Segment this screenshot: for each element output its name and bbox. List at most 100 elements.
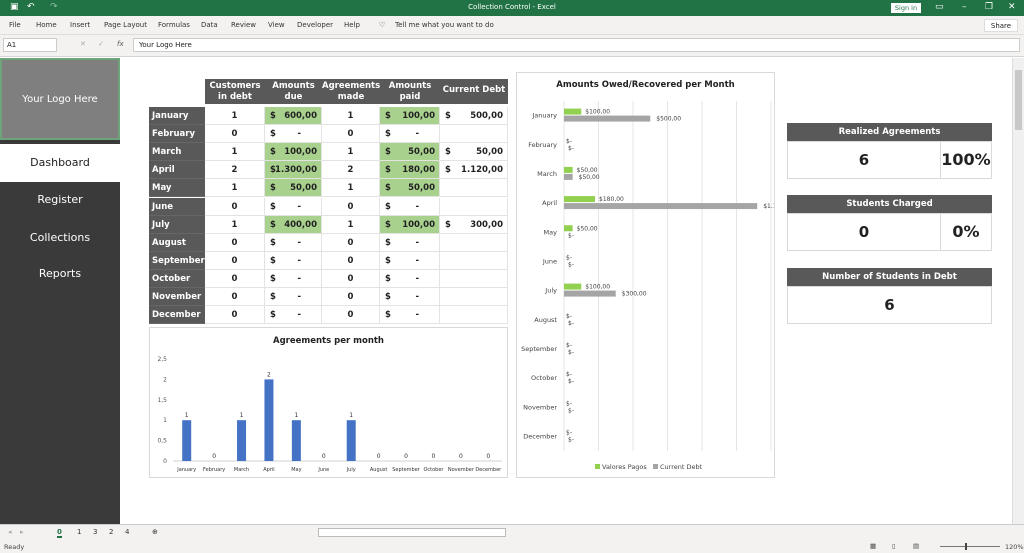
cell-paid[interactable]: $ - (380, 233, 440, 252)
sheet-tab[interactable]: 1 (77, 528, 81, 536)
name-box[interactable]: A1 (3, 38, 57, 52)
zoom-slider[interactable] (940, 546, 1000, 547)
cell-customers[interactable]: 0 (205, 306, 265, 325)
cell-paid[interactable]: $50,00 (380, 179, 440, 198)
cell-due[interactable]: $400,00 (265, 215, 322, 234)
cell-debt[interactable] (440, 288, 508, 306)
cell-due[interactable]: $50,00 (265, 179, 322, 198)
cell-agreements[interactable]: 0 (322, 233, 380, 252)
cell-paid[interactable]: $ - (380, 197, 440, 216)
sheet-tab[interactable]: 3 (93, 528, 97, 536)
formula-input[interactable]: Your Logo Here (133, 38, 1020, 52)
menu-home[interactable]: Home (36, 21, 57, 29)
cell-paid[interactable]: $180,00 (380, 161, 440, 180)
cell-due[interactable]: $ - (265, 288, 322, 306)
cell-debt[interactable]: $1.120,00 (440, 161, 508, 180)
cell-debt[interactable]: $50,00 (440, 143, 508, 162)
menu-data[interactable]: Data (201, 21, 218, 29)
menu-insert[interactable]: Insert (70, 21, 90, 29)
cell-paid[interactable]: $ - (380, 125, 440, 144)
cell-debt[interactable] (440, 179, 508, 198)
tell-me-search[interactable]: Tell me what you want to do (395, 21, 494, 29)
menu-review[interactable]: Review (231, 21, 256, 29)
cell-agreements[interactable]: 0 (322, 125, 380, 144)
enter-icon[interactable]: ✓ (98, 40, 104, 48)
add-sheet-icon[interactable]: ⊕ (152, 528, 158, 536)
cancel-icon[interactable]: ✕ (80, 40, 86, 48)
cell-agreements[interactable]: 0 (322, 269, 380, 288)
nav-reports[interactable]: Reports (0, 255, 120, 293)
nav-register[interactable]: Register (0, 181, 120, 219)
nav-dashboard[interactable]: Dashboard (0, 144, 120, 182)
cell-debt[interactable] (440, 125, 508, 144)
cell-customers[interactable]: 1 (205, 143, 265, 162)
cell-customers[interactable]: 2 (205, 161, 265, 180)
cell-paid[interactable]: $ - (380, 269, 440, 288)
cell-due[interactable]: $100,00 (265, 143, 322, 162)
cell-customers[interactable]: 0 (205, 197, 265, 216)
cell-agreements[interactable]: 1 (322, 107, 380, 125)
cell-customers[interactable]: 0 (205, 233, 265, 252)
prev-sheet-icon[interactable]: ◂ (8, 528, 12, 536)
cell-debt[interactable]: $300,00 (440, 215, 508, 234)
ribbon-display-icon[interactable]: ▭ (935, 2, 944, 12)
menu-formulas[interactable]: Formulas (158, 21, 190, 29)
cell-due[interactable]: $ - (265, 251, 322, 270)
normal-view-icon[interactable]: ▦ (870, 542, 876, 550)
menu-help[interactable]: Help (344, 21, 360, 29)
cell-due[interactable]: $1.300,00 (265, 161, 322, 180)
cell-paid[interactable]: $ - (380, 288, 440, 306)
cell-due[interactable]: $ - (265, 125, 322, 144)
cell-debt[interactable] (440, 269, 508, 288)
cell-due[interactable]: $ - (265, 197, 322, 216)
menu-developer[interactable]: Developer (297, 21, 333, 29)
page-break-icon[interactable]: ▤ (913, 542, 919, 550)
logo-placeholder[interactable]: Your Logo Here (0, 58, 120, 140)
cell-agreements[interactable]: 0 (322, 288, 380, 306)
cell-debt[interactable] (440, 197, 508, 216)
cell-paid[interactable]: $ - (380, 251, 440, 270)
sheet-tab[interactable]: 0 (57, 528, 62, 538)
horizontal-scrollbar[interactable] (318, 528, 506, 537)
cell-paid[interactable]: $100,00 (380, 107, 440, 125)
menu-view[interactable]: View (268, 21, 285, 29)
nav-collections[interactable]: Collections (0, 219, 120, 257)
cell-customers[interactable]: 1 (205, 215, 265, 234)
scroll-thumb[interactable] (1015, 70, 1022, 130)
cell-paid[interactable]: $ - (380, 306, 440, 325)
cell-debt[interactable]: $500,00 (440, 107, 508, 125)
sign-in-button[interactable]: Sign in (891, 3, 921, 13)
cell-customers[interactable]: 0 (205, 288, 265, 306)
cell-debt[interactable] (440, 251, 508, 270)
cell-due[interactable]: $600,00 (265, 107, 322, 125)
cell-agreements[interactable]: 1 (322, 179, 380, 198)
cell-customers[interactable]: 1 (205, 179, 265, 198)
insert-function-icon[interactable]: fx (117, 40, 124, 48)
cell-debt[interactable] (440, 306, 508, 325)
next-sheet-icon[interactable]: ▸ (20, 528, 24, 536)
cell-customers[interactable]: 0 (205, 125, 265, 144)
cell-agreements[interactable]: 0 (322, 197, 380, 216)
cell-due[interactable]: $ - (265, 306, 322, 325)
cell-due[interactable]: $ - (265, 233, 322, 252)
cell-agreements[interactable]: 2 (322, 161, 380, 180)
cell-agreements[interactable]: 0 (322, 306, 380, 325)
share-button[interactable]: Share (984, 19, 1018, 32)
cell-customers[interactable]: 1 (205, 107, 265, 125)
cell-customers[interactable]: 0 (205, 269, 265, 288)
zoom-level[interactable]: 120% (1005, 543, 1024, 551)
cell-customers[interactable]: 0 (205, 251, 265, 270)
zoom-slider-thumb[interactable] (965, 543, 967, 550)
minimize-button[interactable]: – (962, 2, 967, 12)
cell-agreements[interactable]: 1 (322, 215, 380, 234)
cell-due[interactable]: $ - (265, 269, 322, 288)
page-layout-icon[interactable]: ▯ (892, 542, 896, 550)
cell-paid[interactable]: $50,00 (380, 143, 440, 162)
vertical-scrollbar[interactable] (1012, 58, 1024, 524)
restore-button[interactable]: ❐ (985, 2, 993, 12)
sheet-tab[interactable]: 4 (125, 528, 129, 536)
cell-agreements[interactable]: 0 (322, 251, 380, 270)
cell-agreements[interactable]: 1 (322, 143, 380, 162)
close-button[interactable]: ✕ (1008, 2, 1016, 12)
cell-debt[interactable] (440, 233, 508, 252)
